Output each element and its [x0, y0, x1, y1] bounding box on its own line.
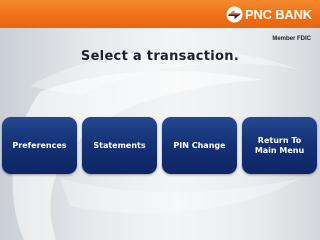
- header-bar: PNC BANK: [0, 0, 320, 28]
- pnc-bank-logo: PNC BANK: [226, 6, 312, 23]
- statements-button[interactable]: Statements: [82, 117, 157, 174]
- transaction-buttons: Preferences Statements PIN Change Return…: [2, 117, 320, 175]
- preferences-button[interactable]: Preferences: [2, 117, 77, 174]
- pnc-logo-icon: [226, 6, 243, 23]
- pin-change-button[interactable]: PIN Change: [162, 117, 237, 174]
- return-to-main-menu-button[interactable]: Return To Main Menu: [242, 117, 317, 174]
- member-fdic-label: Member FDIC: [272, 36, 311, 42]
- logo-text: PNC BANK: [244, 7, 312, 22]
- page-title: Select a transaction.: [80, 49, 240, 64]
